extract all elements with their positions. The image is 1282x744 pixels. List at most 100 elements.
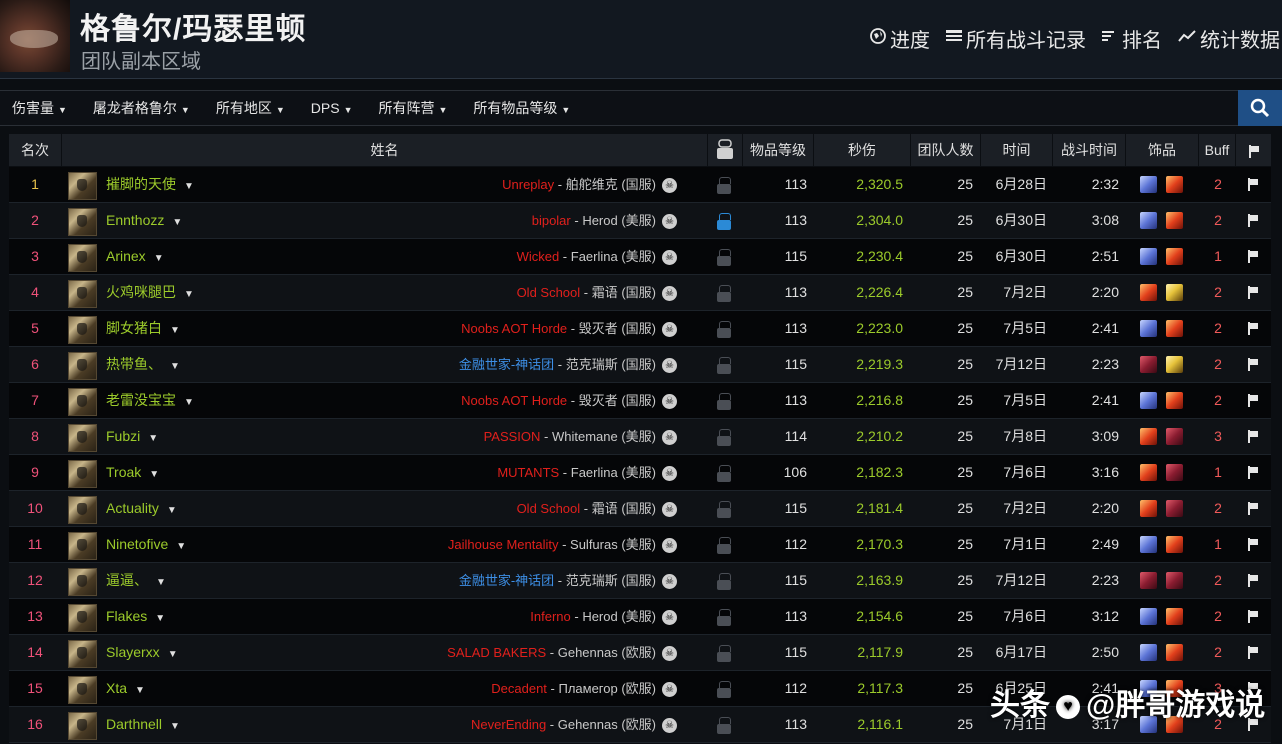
- class-avatar-icon[interactable]: [68, 424, 97, 452]
- flag-icon[interactable]: [1247, 286, 1259, 299]
- guild-name[interactable]: 金融世家-神话团: [459, 573, 554, 588]
- class-avatar-icon[interactable]: [68, 712, 97, 740]
- player-name[interactable]: Fubzi ▼: [106, 419, 158, 454]
- chevron-down-icon[interactable]: ▼: [170, 361, 180, 372]
- filter-region[interactable]: 所有地区 ▼: [216, 98, 285, 118]
- flag-icon[interactable]: [1247, 574, 1259, 587]
- player-name[interactable]: Arinex ▼: [106, 239, 164, 274]
- guild-name[interactable]: Unreplay: [502, 177, 554, 192]
- chevron-down-icon[interactable]: ▼: [170, 325, 180, 336]
- trinket-red-icon[interactable]: [1166, 536, 1183, 553]
- class-avatar-icon[interactable]: [68, 244, 97, 272]
- table-row[interactable]: 13 Flakes ▼ Inferno - Herod (美服) ☠ 113 2,154.6…: [9, 599, 1271, 635]
- player-name[interactable]: Slayerxx ▼: [106, 635, 178, 670]
- nav-statistics[interactable]: 统计数据: [1178, 24, 1280, 53]
- class-avatar-icon[interactable]: [68, 208, 97, 236]
- trinket-red-icon[interactable]: [1140, 464, 1157, 481]
- trinket-yellow-icon[interactable]: [1166, 356, 1183, 373]
- player-name[interactable]: 老雷没宝宝 ▼: [106, 383, 194, 418]
- table-row[interactable]: 2 Ennthozz ▼ bipolar - Herod (美服) ☠ 113 2,304.…: [9, 203, 1271, 239]
- trinket-maroon-icon[interactable]: [1166, 428, 1183, 445]
- trinket-maroon-icon[interactable]: [1166, 500, 1183, 517]
- flag-icon[interactable]: [1247, 358, 1259, 371]
- table-row[interactable]: 5 脚女猪白 ▼ Noobs AOT Horde - 毁灭者 (国服) ☠ 113 2,22…: [9, 311, 1271, 347]
- player-name[interactable]: Ennthozz ▼: [106, 203, 182, 238]
- chevron-down-icon[interactable]: ▼: [156, 577, 166, 588]
- col-dps[interactable]: 秒伤: [814, 134, 911, 166]
- trinket-red-icon[interactable]: [1140, 500, 1157, 517]
- class-avatar-icon[interactable]: [68, 280, 97, 308]
- col-ilvl[interactable]: 物品等级: [743, 134, 814, 166]
- trinket-blue-icon[interactable]: [1140, 212, 1157, 229]
- trinket-blue-icon[interactable]: [1140, 248, 1157, 265]
- video-icon[interactable]: [715, 211, 733, 231]
- player-name[interactable]: 火鸡咪腿巴 ▼: [106, 275, 194, 310]
- flag-icon[interactable]: [1247, 646, 1259, 659]
- trinket-red-icon[interactable]: [1166, 248, 1183, 265]
- nav-all-fights[interactable]: 所有战斗记录: [946, 24, 1086, 53]
- nav-progress[interactable]: 进度: [870, 24, 930, 53]
- guild-name[interactable]: Old School: [517, 501, 581, 516]
- trinket-blue-icon[interactable]: [1140, 536, 1157, 553]
- chevron-down-icon[interactable]: ▼: [176, 541, 186, 552]
- chevron-down-icon[interactable]: ▼: [155, 613, 165, 624]
- class-avatar-icon[interactable]: [68, 352, 97, 380]
- chevron-down-icon[interactable]: ▼: [184, 181, 194, 192]
- table-row[interactable]: 14 Slayerxx ▼ SALAD BAKERS - Gehennas (欧服) ☠…: [9, 635, 1271, 671]
- guild-name[interactable]: Decadent: [491, 681, 547, 696]
- player-name[interactable]: Ninetofive ▼: [106, 527, 186, 562]
- trinket-red-icon[interactable]: [1166, 212, 1183, 229]
- flag-icon[interactable]: [1247, 214, 1259, 227]
- col-rank[interactable]: 名次: [9, 134, 62, 166]
- trinket-red-icon[interactable]: [1166, 320, 1183, 337]
- flag-icon[interactable]: [1247, 322, 1259, 335]
- table-row[interactable]: 6 热带鱼、 ▼ 金融世家-神话团 - 范克瑞斯 (国服) ☠ 115 2,219.3 25 7…: [9, 347, 1271, 383]
- table-row[interactable]: 12 逼逼、 ▼ 金融世家-神话团 - 范克瑞斯 (国服) ☠ 115 2,163.9 25 7…: [9, 563, 1271, 599]
- flag-icon[interactable]: [1247, 430, 1259, 443]
- filter-item-level[interactable]: 所有物品等级 ▼: [473, 98, 570, 118]
- trinket-maroon-icon[interactable]: [1166, 572, 1183, 589]
- class-avatar-icon[interactable]: [68, 676, 97, 704]
- filter-role[interactable]: DPS ▼: [311, 100, 353, 116]
- trinket-red-icon[interactable]: [1140, 428, 1157, 445]
- guild-name[interactable]: Wicked: [517, 249, 560, 264]
- player-name[interactable]: Darthnell ▼: [106, 707, 180, 742]
- guild-name[interactable]: Noobs AOT Horde: [461, 393, 567, 408]
- class-avatar-icon[interactable]: [68, 640, 97, 668]
- guild-name[interactable]: Jailhouse Mentality: [448, 537, 559, 552]
- flag-icon[interactable]: [1247, 178, 1259, 191]
- filter-metric[interactable]: 伤害量 ▼: [12, 98, 67, 118]
- guild-name[interactable]: SALAD BAKERS: [447, 645, 546, 660]
- flag-icon[interactable]: [1247, 250, 1259, 263]
- trinket-red-icon[interactable]: [1166, 644, 1183, 661]
- trinket-blue-icon[interactable]: [1140, 608, 1157, 625]
- col-fight-time[interactable]: 战斗时间: [1053, 134, 1126, 166]
- col-date[interactable]: 时间: [981, 134, 1053, 166]
- player-name[interactable]: Troak ▼: [106, 455, 159, 490]
- player-name[interactable]: 摧脚的天使 ▼: [106, 167, 194, 202]
- trinket-red-icon[interactable]: [1140, 284, 1157, 301]
- chevron-down-icon[interactable]: ▼: [167, 505, 177, 516]
- flag-icon[interactable]: [1247, 538, 1259, 551]
- trinket-maroon-icon[interactable]: [1166, 464, 1183, 481]
- guild-name[interactable]: Inferno: [530, 609, 570, 624]
- col-raid-size[interactable]: 团队人数: [911, 134, 981, 166]
- table-row[interactable]: 9 Troak ▼ MUTANTS - Faerlina (美服) ☠ 106 2,182.…: [9, 455, 1271, 491]
- chevron-down-icon[interactable]: ▼: [168, 649, 178, 660]
- guild-name[interactable]: Noobs AOT Horde: [461, 321, 567, 336]
- nav-rankings[interactable]: 排名: [1102, 24, 1162, 53]
- player-name[interactable]: Actuality ▼: [106, 491, 177, 526]
- guild-name[interactable]: PASSION: [484, 429, 541, 444]
- flag-icon[interactable]: [1247, 394, 1259, 407]
- chevron-down-icon[interactable]: ▼: [184, 289, 194, 300]
- guild-name[interactable]: NeverEnding: [471, 717, 546, 732]
- flag-icon[interactable]: [1247, 502, 1259, 515]
- player-name[interactable]: 逼逼、 ▼: [106, 563, 166, 598]
- table-row[interactable]: 4 火鸡咪腿巴 ▼ Old School - 霜语 (国服) ☠ 113 2,226.4 25…: [9, 275, 1271, 311]
- guild-name[interactable]: 金融世家-神话团: [459, 357, 554, 372]
- class-avatar-icon[interactable]: [68, 496, 97, 524]
- guild-name[interactable]: bipolar: [532, 213, 571, 228]
- trinket-red-icon[interactable]: [1166, 608, 1183, 625]
- player-name[interactable]: Flakes ▼: [106, 599, 165, 634]
- filter-boss[interactable]: 屠龙者格鲁尔 ▼: [93, 98, 190, 118]
